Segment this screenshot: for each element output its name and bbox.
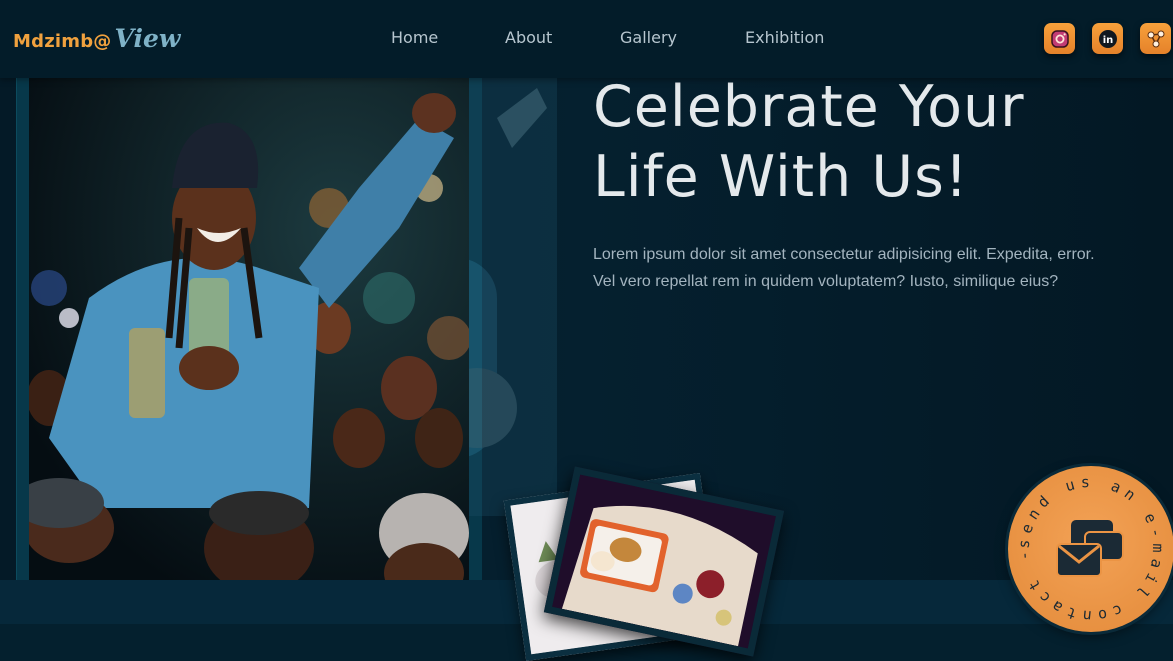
share-icon [1147, 30, 1164, 47]
share-button[interactable] [1140, 23, 1171, 54]
hero-description: Lorem ipsum dolor sit amet consectetur a… [593, 246, 1095, 290]
nav-gallery[interactable]: Gallery [620, 28, 677, 47]
instagram-icon [1050, 29, 1069, 48]
instagram-button[interactable] [1044, 23, 1075, 54]
contact-email-badge[interactable]: send us an e-mail contact - [1008, 466, 1173, 632]
linkedin-button[interactable]: in [1092, 23, 1123, 54]
linkedin-icon: in [1098, 29, 1117, 48]
hero-title-line-2: Life With Us! [593, 144, 969, 210]
nav-home[interactable]: Home [391, 28, 438, 47]
envelope-icon [1056, 520, 1124, 577]
hero-title: Celebrate Your Life With Us! [593, 72, 1153, 212]
navbar: Mdzimb@ View Home About Gallery Exhibitio… [0, 0, 1173, 78]
nav-exhibition[interactable]: Exhibition [745, 28, 824, 47]
hero-photo [29, 78, 469, 580]
nav-about[interactable]: About [505, 28, 552, 47]
main-nav: Home About Gallery Exhibition [0, 28, 1173, 52]
hero-title-line-1: Celebrate Your [593, 74, 1025, 140]
svg-text:in: in [1102, 35, 1113, 46]
